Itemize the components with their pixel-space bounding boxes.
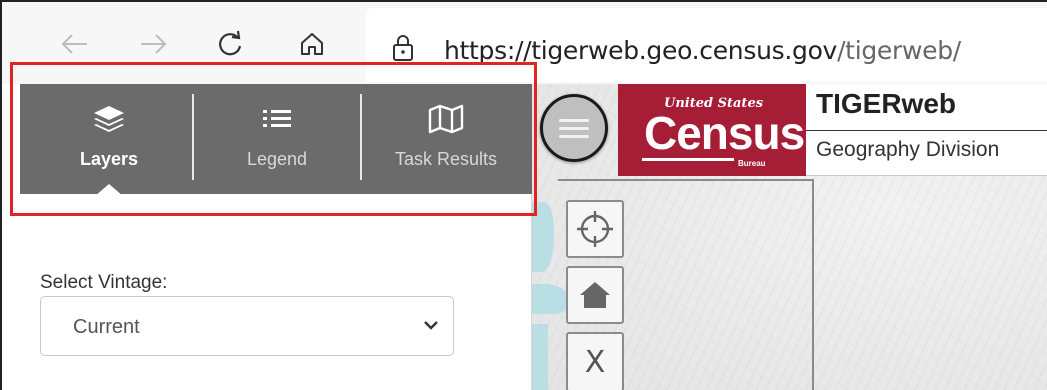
map-icon [428, 102, 464, 136]
side-panel: Layers Legend Task Results Select Vintag… [20, 84, 532, 390]
reload-button[interactable] [210, 24, 250, 64]
active-tab-caret [95, 184, 123, 196]
clear-button[interactable]: X [566, 332, 624, 390]
vintage-select-value: Current [73, 316, 140, 338]
url-text[interactable]: https://tigerweb.geo.census.gov/tigerweb… [444, 36, 961, 65]
address-bar[interactable]: https://tigerweb.geo.census.gov/tigerweb… [366, 8, 1047, 82]
menu-button[interactable] [540, 94, 608, 162]
panel-tab-bar: Layers Legend Task Results [20, 84, 532, 196]
crosshair-icon [577, 211, 613, 247]
logo-census: Census [644, 107, 805, 159]
app-title-box: TIGERweb Geography Division [806, 84, 1047, 176]
tab-layers[interactable]: Layers [70, 84, 148, 194]
home-button[interactable] [292, 24, 332, 64]
arrow-left-icon [61, 34, 87, 54]
tab-label: Layers [79, 149, 139, 169]
title-divider [806, 130, 1047, 131]
vintage-select[interactable]: Current [40, 296, 454, 356]
home-icon [580, 282, 610, 308]
menu-icon-bar [559, 134, 589, 138]
locate-button[interactable] [566, 200, 624, 258]
logo-rule [642, 158, 734, 161]
url-host: https://tigerweb.geo.census.gov [444, 36, 838, 65]
page-content: Layers Legend Task Results Select Vintag… [2, 84, 1047, 390]
tab-legend[interactable]: Legend [232, 84, 322, 194]
census-logo[interactable]: United States Census Bureau [618, 84, 806, 176]
home-icon [301, 33, 323, 55]
map-water [530, 324, 548, 390]
tab-divider [360, 94, 362, 180]
clear-label: X [584, 344, 606, 380]
logo-bureau: Bureau [738, 159, 766, 168]
app-title: TIGERweb [816, 88, 957, 119]
reload-icon [219, 30, 242, 56]
list-icon [262, 102, 292, 136]
tab-label: Legend [246, 149, 308, 169]
forward-button[interactable] [134, 24, 174, 64]
back-button[interactable] [54, 24, 94, 64]
app-subtitle: Geography Division [816, 138, 1000, 161]
tab-task-results[interactable]: Task Results [388, 84, 504, 194]
tab-divider [192, 94, 194, 180]
arrow-right-icon [141, 34, 167, 54]
menu-icon-bar [559, 126, 589, 130]
map-boundary-line [558, 179, 814, 181]
url-path: /tigerweb/ [837, 36, 961, 65]
vintage-label: Select Vintage: [40, 272, 168, 293]
map-home-button[interactable] [566, 266, 624, 324]
browser-toolbar: https://tigerweb.geo.census.gov/tigerweb… [2, 2, 1047, 84]
menu-icon-bar [559, 118, 589, 122]
tab-label: Task Results [394, 149, 498, 169]
chevron-down-icon [424, 321, 438, 330]
layers-icon [92, 102, 126, 136]
map-boundary-line [812, 179, 814, 390]
lock-icon [393, 35, 413, 61]
map-water [530, 202, 554, 272]
